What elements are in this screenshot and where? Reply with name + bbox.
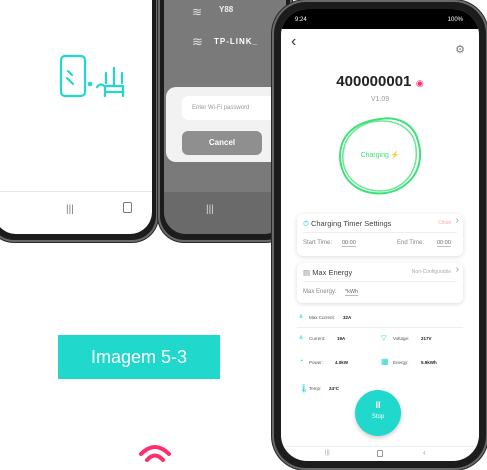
figure-caption: Imagem 5-3: [58, 335, 220, 379]
max-current-value: 32A: [343, 315, 352, 320]
chevron-right-icon: ›: [455, 215, 459, 226]
power-icon: ◔: [299, 358, 304, 365]
wifi-ssid-partial: Y88: [219, 5, 234, 14]
recent-apps-icon[interactable]: |||: [66, 204, 74, 215]
temperature-icon: 🌡: [299, 384, 310, 393]
current-icon: ⩓: [299, 334, 303, 341]
recent-apps-icon[interactable]: |||: [325, 450, 330, 456]
stop-button[interactable]: II Stop: [355, 390, 401, 436]
timer-header: ⏱ Charging Timer Settings: [303, 219, 392, 228]
android-nav-bar: |||: [0, 191, 152, 234]
divider: [297, 327, 463, 328]
voltage-value: 217V: [421, 336, 432, 341]
wifi-list-item-tplink[interactable]: ≋ TP-LINK_: [164, 24, 286, 54]
voltage-icon: ▽: [381, 335, 387, 342]
temp-value: 24°C: [329, 386, 340, 391]
max-energy-value: *kWh: [345, 289, 359, 296]
gear-icon[interactable]: ⚙: [455, 43, 465, 56]
recent-apps-icon[interactable]: |||: [206, 204, 214, 215]
current-label: Current:: [309, 336, 326, 341]
back-icon[interactable]: ‹: [291, 33, 296, 51]
max-current-label: Max Current:: [309, 315, 336, 320]
device-id: 400000001 ◉: [336, 73, 424, 90]
battery-level: 100%: [447, 17, 463, 23]
back-nav-icon[interactable]: ‹: [423, 448, 426, 457]
wifi-icon: ◉: [415, 78, 424, 88]
start-time-value[interactable]: 00:00: [342, 240, 356, 247]
phone-right: 9:24 100% ‹ ⚙ 400000001 ◉ V1.09 Charging…: [272, 0, 487, 470]
home-icon[interactable]: [123, 202, 132, 213]
android-nav-bar: ||| ‹: [281, 446, 479, 461]
energy-state: Non-Configurable: [411, 269, 451, 275]
chevron-right-icon: ›: [455, 264, 459, 275]
home-icon[interactable]: [377, 450, 383, 457]
energy-icon: ▤: [303, 268, 311, 277]
phone-left: |||: [0, 0, 158, 242]
current-value: 19A: [337, 336, 346, 341]
energy-value: 5.9kWh: [421, 360, 437, 365]
temp-label: Temp:: [309, 386, 322, 391]
android-nav-bar: |||: [164, 192, 286, 234]
divider: [303, 281, 457, 282]
cancel-button[interactable]: Cancel: [182, 131, 262, 155]
end-time-label: End Time:: [397, 240, 425, 246]
start-time-label: Start Time:: [303, 240, 333, 246]
energy-stat-icon: ▦: [381, 357, 389, 366]
max-energy-label: Max Energy:: [303, 289, 337, 295]
app-screen: 9:24 100% ‹ ⚙ 400000001 ◉ V1.09 Charging…: [281, 9, 479, 461]
timer-state: Close: [438, 220, 451, 226]
status-bar: 9:24 100%: [281, 9, 479, 29]
power-label: Power:: [309, 360, 324, 365]
charging-timer-card[interactable]: ⏱ Charging Timer Settings Close › Start …: [297, 214, 463, 256]
status-time: 9:24: [295, 17, 307, 23]
energy-header: ▤ Max Energy: [303, 268, 353, 277]
phone-left-screen: |||: [0, 0, 152, 234]
clock-icon: ⏱: [303, 219, 309, 228]
pause-icon: II: [375, 400, 381, 410]
charging-status: Charging ⚡: [360, 152, 400, 159]
firmware-version: V1.09: [370, 96, 390, 103]
stop-label: Stop: [371, 414, 385, 420]
divider: [303, 232, 457, 233]
wifi-ssid: TP-LINK_: [214, 37, 258, 46]
wifi-icon: ≋: [192, 5, 203, 19]
power-value: 4.0kW: [335, 360, 349, 365]
end-time-value[interactable]: 00:00: [437, 240, 451, 247]
phone-router-illustration: [59, 54, 125, 98]
max-energy-card[interactable]: ▤ Max Energy Non-Configurable › Max Ener…: [297, 263, 463, 303]
wifi-icon: ≋: [192, 34, 203, 49]
energy-label: Energy:: [393, 360, 409, 365]
voltage-label: Voltage:: [393, 336, 410, 341]
max-current-icon: ⩓: [299, 313, 303, 320]
wifi-icon: [139, 445, 171, 462]
